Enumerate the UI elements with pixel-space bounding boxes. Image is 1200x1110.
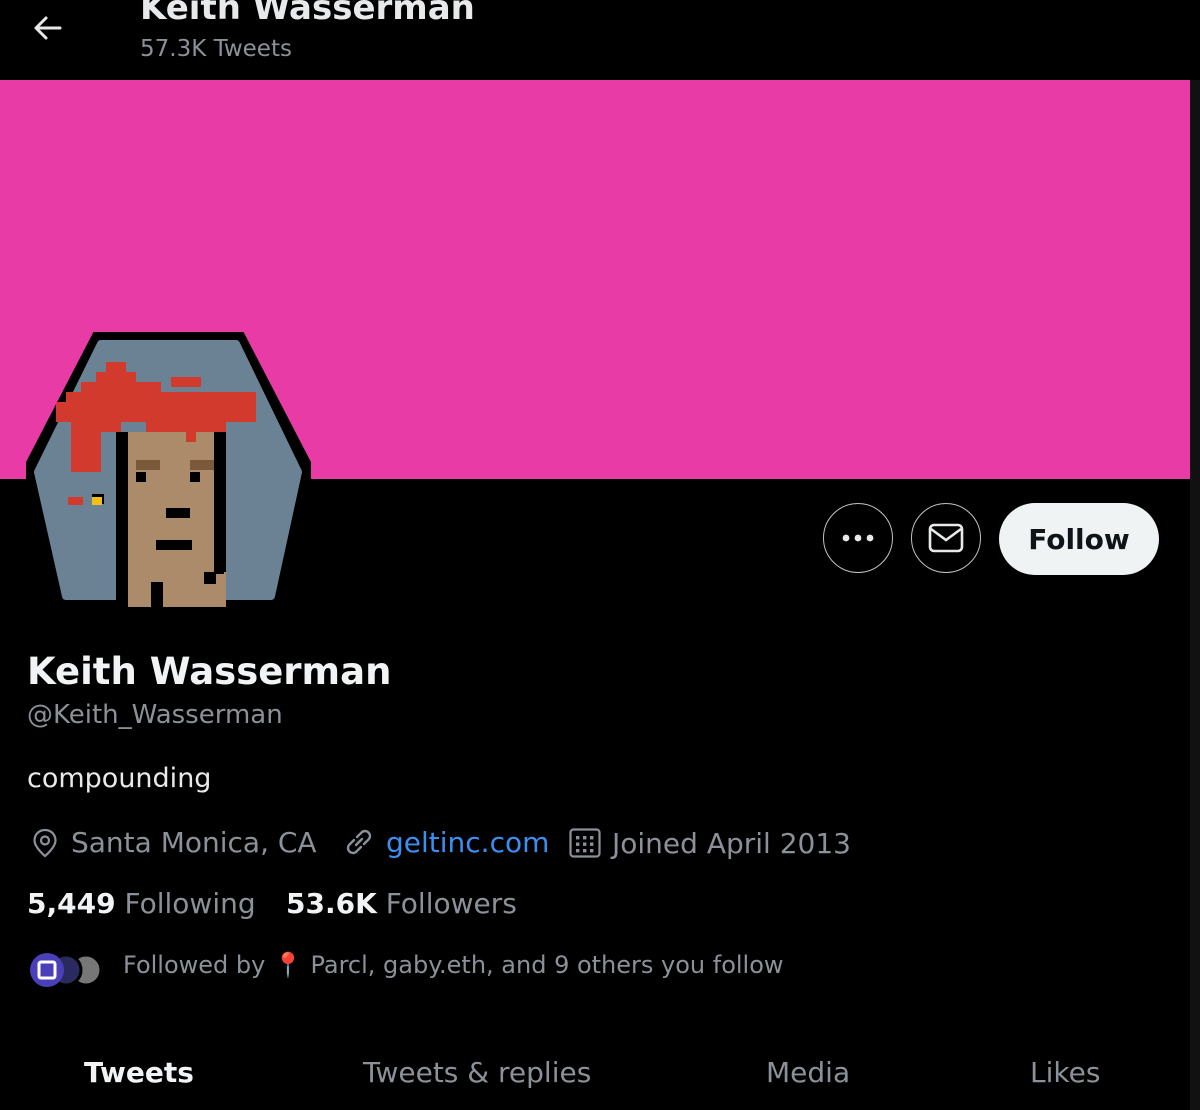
followed-by-text[interactable]: Followed by 📍 Parcl, gaby.eth, and 9 oth… bbox=[123, 951, 784, 979]
followers-stat[interactable]: 53.6K Followers bbox=[286, 887, 517, 920]
follow-button[interactable]: Follow bbox=[999, 503, 1159, 575]
calendar-icon bbox=[569, 828, 601, 858]
followers-count: 53.6K bbox=[286, 887, 377, 920]
header-name: Keith Wasserman bbox=[140, 0, 475, 28]
tab-tweets[interactable]: Tweets bbox=[84, 1056, 194, 1089]
profile-joined: Joined April 2013 bbox=[568, 826, 851, 860]
following-count: 5,449 bbox=[27, 887, 116, 920]
profile-avatar[interactable] bbox=[26, 332, 311, 612]
profile-name: Keith Wasserman bbox=[27, 650, 392, 693]
header-tweet-count: 57.3K Tweets bbox=[140, 36, 292, 62]
followers-label: Followers bbox=[385, 887, 517, 920]
following-label: Following bbox=[124, 887, 256, 920]
link-icon bbox=[346, 829, 372, 854]
profile-website[interactable]: geltinc.com bbox=[342, 826, 549, 859]
followed-by-avatars[interactable] bbox=[28, 951, 108, 989]
profile-handle: @Keith_Wasserman bbox=[27, 700, 283, 730]
more-options-button[interactable] bbox=[823, 503, 893, 573]
ellipsis-icon bbox=[842, 534, 874, 542]
top-bar: Keith Wasserman 57.3K Tweets bbox=[0, 0, 1200, 80]
following-stat[interactable]: 5,449 Following bbox=[27, 887, 256, 920]
profile-bio: compounding bbox=[27, 763, 212, 794]
website-link[interactable]: geltinc.com bbox=[386, 826, 549, 859]
arrow-left-icon[interactable] bbox=[30, 10, 66, 46]
tab-tweets-replies[interactable]: Tweets & replies bbox=[363, 1056, 591, 1089]
message-button[interactable] bbox=[911, 503, 981, 573]
scrollbar-track[interactable] bbox=[1190, 80, 1200, 1110]
tab-likes[interactable]: Likes bbox=[1030, 1056, 1100, 1089]
location-text: Santa Monica, CA bbox=[71, 826, 317, 859]
profile-location: Santa Monica, CA bbox=[29, 826, 317, 859]
tab-media[interactable]: Media bbox=[766, 1056, 850, 1089]
joined-text: Joined April 2013 bbox=[612, 826, 851, 860]
envelope-icon bbox=[928, 523, 964, 553]
location-pin-icon bbox=[33, 828, 57, 857]
